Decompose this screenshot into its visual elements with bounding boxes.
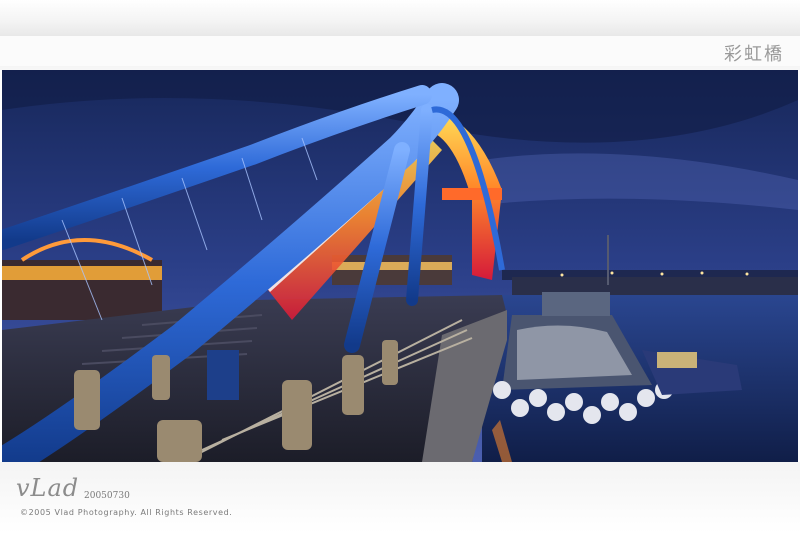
signature-date: 20050730 (84, 491, 130, 501)
title-strip (0, 36, 800, 66)
photo-caption: 彩虹橋 (724, 44, 784, 65)
photographer-signature-logo: vLad (16, 474, 80, 502)
photo-frame: 彩虹橋 vLad 20050730 ©2005 Vlad Photography… (0, 0, 800, 533)
bridge-photograph (2, 70, 798, 462)
copyright-notice: ©2005 Vlad Photography. All Rights Reser… (20, 508, 233, 517)
bridge-scene (2, 70, 798, 462)
